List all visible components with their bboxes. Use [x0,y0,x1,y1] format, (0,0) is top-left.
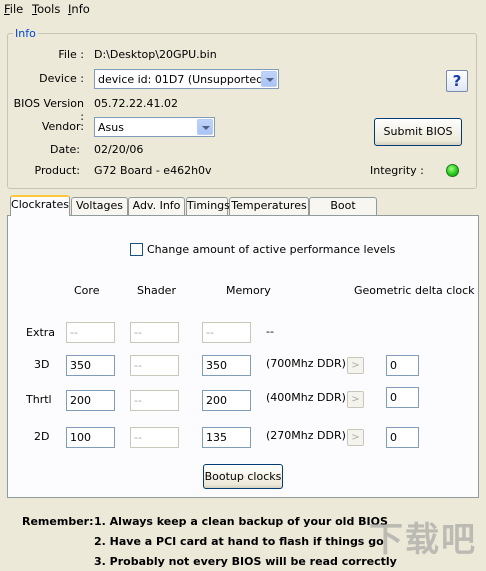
thrtl-delta-apply-button[interactable]: > [347,391,364,408]
menu-file[interactable]: File [4,2,23,16]
thrtl-ddr-text: (400Mhz DDR) [266,391,346,404]
integrity-status-icon [446,164,459,177]
remember-line-3: 3. Probably not every BIOS will be read … [94,555,397,568]
extra-memory-input[interactable]: -- [202,322,251,343]
extra-shader-input[interactable]: -- [130,322,179,343]
vendor-select[interactable]: Asus [94,117,215,137]
extra-core-input[interactable]: -- [66,322,115,343]
watermark-logo: 下载吧 [369,520,477,560]
row-label-extra: Extra [26,326,56,339]
2d-core-input[interactable]: 100 [66,427,115,448]
tab-timings[interactable]: Timings [186,197,230,215]
core-header: Core [74,284,100,297]
help-icon[interactable]: ? [446,70,468,92]
3d-delta-apply-button[interactable]: > [347,357,364,374]
info-legend: Info [13,27,38,40]
file-value: D:\Desktop\20GPU.bin [94,48,217,61]
2d-delta-input[interactable]: 0 [386,427,419,448]
device-select-value: device id: 01D7 (Unsupported) [98,73,268,86]
thrtl-core-input[interactable]: 200 [66,390,115,411]
file-label: File : [58,48,84,61]
2d-memory-input[interactable]: 135 [202,427,251,448]
product-value: G72 Board - e462h0v [94,164,212,177]
row-label-3d: 3D [34,358,50,371]
extra-ddr-text: -- [266,325,274,338]
3d-memory-input[interactable]: 350 [202,355,251,376]
product-label: Product: [34,164,80,177]
remember-line-1: 1. Always keep a clean backup of your ol… [94,515,388,528]
2d-ddr-text: (270Mhz DDR) [266,429,346,442]
menu-info[interactable]: Info [68,2,90,16]
vendor-label: Vendor: [41,120,84,133]
submit-bios-button[interactable]: Submit BIOS [374,118,462,146]
integrity-label: Integrity : [370,164,424,177]
chevron-down-icon[interactable] [197,119,213,135]
tab-clockrates[interactable]: Clockrates [10,195,70,216]
3d-delta-input[interactable]: 0 [386,355,419,376]
2d-delta-apply-button[interactable]: > [347,429,364,446]
3d-ddr-text: (700Mhz DDR) [266,357,346,370]
vendor-select-value: Asus [98,121,124,134]
date-label: Date: [50,143,80,156]
chevron-down-icon[interactable] [261,71,277,87]
change-levels-label: Change amount of active performance leve… [147,243,396,256]
remember-line-2: 2. Have a PCI card at hand to flash if t… [94,535,384,548]
shader-header: Shader [137,284,176,297]
delta-header: Geometric delta clock [354,284,475,297]
menu-bar: File Tools Info [0,0,486,18]
row-label-thrtl: Thrtl [26,393,52,406]
date-value: 02/20/06 [94,143,144,156]
tab-voltages[interactable]: Voltages [71,197,128,215]
bios-version-value: 05.72.22.41.02 [94,97,178,110]
device-select[interactable]: device id: 01D7 (Unsupported) [94,69,279,89]
thrtl-delta-input[interactable]: 0 [386,387,419,408]
remember-label: Remember: [22,515,94,528]
thrtl-memory-input[interactable]: 200 [202,390,251,411]
device-label: Device : [39,72,84,85]
bootup-clocks-button[interactable]: Bootup clocks [203,464,283,489]
tab-temperatures[interactable]: Temperatures [229,197,309,215]
row-label-2d: 2D [34,430,50,443]
tab-adv-info[interactable]: Adv. Info [128,197,185,215]
change-levels-checkbox[interactable] [130,243,143,256]
2d-shader-input[interactable]: -- [130,427,179,448]
memory-header: Memory [226,284,271,297]
tab-boot-settings[interactable]: Boot Settings [309,197,377,228]
thrtl-shader-input[interactable]: -- [130,390,179,411]
menu-tools[interactable]: Tools [32,2,60,16]
3d-shader-input[interactable]: -- [130,355,179,376]
3d-core-input[interactable]: 350 [66,355,115,376]
